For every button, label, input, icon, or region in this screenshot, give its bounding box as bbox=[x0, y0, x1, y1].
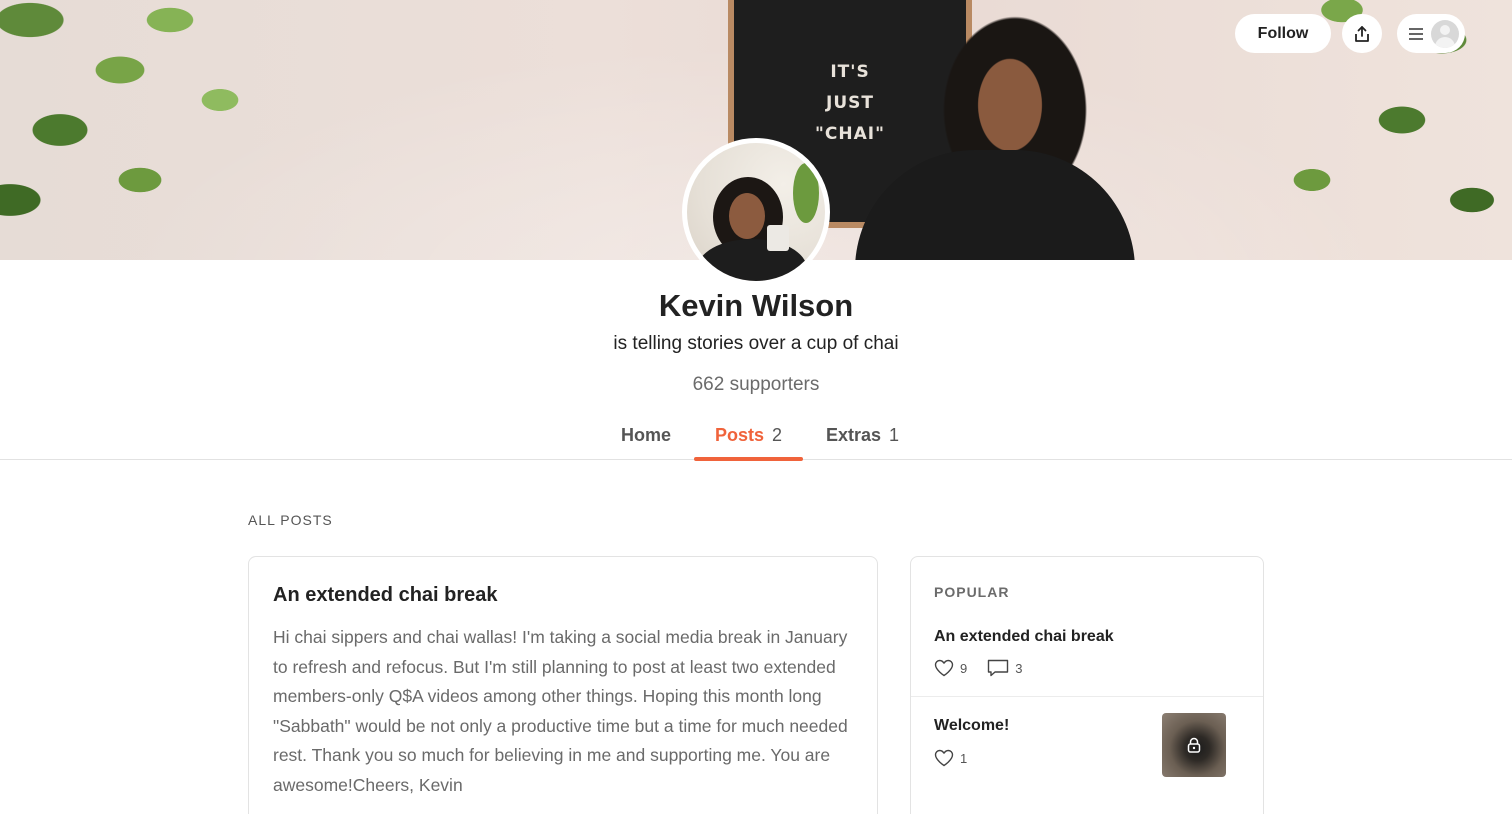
creator-avatar bbox=[682, 138, 830, 286]
tab-home[interactable]: Home bbox=[621, 414, 671, 460]
supporters-label: supporters bbox=[729, 374, 820, 395]
supporters-count: 662 supporters bbox=[0, 374, 1512, 396]
locked-post-thumbnail[interactable] bbox=[1162, 713, 1226, 777]
post-card[interactable]: An extended chai break Hi chai sippers a… bbox=[248, 556, 878, 814]
supporters-number: 662 bbox=[692, 374, 725, 395]
profile-tabs: Home Posts 2 Extras 1 bbox=[0, 414, 1512, 461]
follow-button[interactable]: Follow bbox=[1235, 14, 1331, 53]
heart-icon[interactable] bbox=[934, 659, 954, 677]
heart-icon[interactable] bbox=[934, 749, 954, 767]
comment-count: 3 bbox=[1015, 660, 1023, 676]
account-menu-button[interactable] bbox=[1397, 14, 1465, 53]
popular-panel: POPULAR An extended chai break 9 3 Welco… bbox=[910, 556, 1264, 814]
cover-person bbox=[855, 0, 1155, 260]
tab-label: Home bbox=[621, 425, 672, 445]
tab-count: 2 bbox=[772, 425, 783, 445]
tab-posts[interactable]: Posts 2 bbox=[694, 414, 803, 461]
all-posts-heading: ALL POSTS bbox=[248, 512, 333, 528]
lock-icon bbox=[1184, 735, 1204, 755]
popular-item-title[interactable]: An extended chai break bbox=[934, 628, 1114, 646]
post-title[interactable]: An extended chai break bbox=[273, 584, 498, 607]
popular-item-title[interactable]: Welcome! bbox=[934, 717, 1009, 735]
like-count: 1 bbox=[960, 750, 968, 766]
popular-item[interactable]: An extended chai break 9 3 bbox=[911, 627, 1263, 697]
tab-label: Extras bbox=[826, 425, 882, 445]
creator-tagline: is telling stories over a cup of chai bbox=[613, 333, 899, 354]
like-count: 9 bbox=[960, 660, 968, 676]
popular-heading: POPULAR bbox=[934, 584, 1010, 600]
hamburger-menu-icon bbox=[1409, 27, 1423, 40]
tab-label: Posts bbox=[714, 425, 764, 445]
popular-item-meta: 1 bbox=[934, 749, 981, 767]
tab-extras[interactable]: Extras 1 bbox=[826, 414, 899, 460]
user-avatar-icon bbox=[1431, 19, 1459, 48]
share-button[interactable] bbox=[1342, 14, 1382, 53]
post-body: Hi chai sippers and chai wallas! I'm tak… bbox=[273, 627, 848, 795]
popular-item[interactable]: Welcome! 1 bbox=[911, 698, 1263, 788]
comment-icon[interactable] bbox=[987, 659, 1009, 677]
creator-name: Kevin Wilson bbox=[658, 288, 854, 323]
share-icon bbox=[1355, 25, 1369, 42]
popular-item-meta: 9 3 bbox=[934, 659, 1036, 677]
tab-count: 1 bbox=[889, 425, 900, 445]
